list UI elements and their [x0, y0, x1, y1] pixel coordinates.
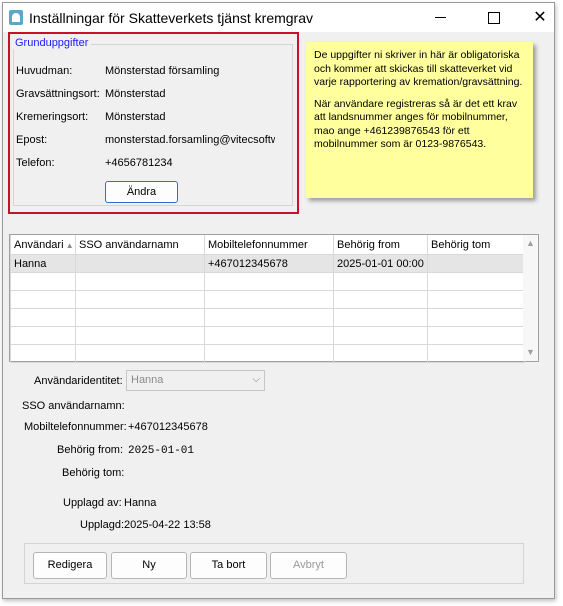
app-icon	[9, 10, 23, 25]
user-identity-select[interactable]: Hanna ⌵	[126, 370, 265, 391]
principal-label: Huvudman:	[16, 65, 73, 77]
created-by-label: Upplagd av:	[63, 497, 122, 509]
valid-from-label: Behörig from:	[57, 444, 124, 456]
table-header-row: Användari ▲ SSO användarnamn Mobiltelefo…	[10, 235, 525, 255]
change-button[interactable]: Ändra	[105, 181, 178, 203]
edit-button[interactable]: Redigera	[33, 552, 107, 579]
table-row-empty[interactable]	[10, 308, 525, 327]
window-title: Inställningar för Skatteverkets tjänst k…	[29, 10, 314, 26]
scroll-down-icon[interactable]: ▼	[526, 347, 535, 357]
users-table: Användari ▲ SSO användarnamn Mobiltelefo…	[10, 235, 525, 363]
chevron-down-icon: ⌵	[252, 374, 260, 385]
minimize-icon	[434, 17, 446, 19]
users-grid[interactable]: Användari ▲ SSO användarnamn Mobiltelefo…	[9, 234, 539, 363]
basic-info-legend: Grunduppgifter	[12, 37, 92, 49]
title-bar[interactable]: Inställningar för Skatteverkets tjänst k…	[3, 3, 554, 32]
email-label: Epost:	[16, 134, 48, 146]
user-identity-value: Hanna	[131, 374, 164, 386]
created-label: Upplagd:	[80, 519, 125, 531]
phone-label: Telefon:	[16, 157, 55, 169]
mobile-label: Mobiltelefonnummer:	[24, 421, 127, 433]
close-button[interactable]: ✕	[517, 3, 563, 32]
table-row-empty[interactable]	[10, 326, 525, 345]
table-row-empty[interactable]	[10, 344, 525, 363]
phone-value: +4656781234	[105, 157, 173, 169]
valid-to-label: Behörig tom:	[62, 467, 125, 479]
note-paragraph-2: När användare registreras så är det ett …	[314, 97, 518, 151]
new-button[interactable]: Ny	[111, 552, 187, 579]
column-header-to[interactable]: Behörig tom	[427, 235, 525, 255]
cell-from: 2025-01-01 00:00	[333, 254, 428, 273]
grid-scrollbar[interactable]: ▲ ▼	[523, 235, 538, 361]
sort-ascending-icon: ▲	[63, 240, 74, 250]
delete-button[interactable]: Ta bort	[190, 552, 267, 579]
valid-from-value: 2025-01-01	[128, 445, 195, 457]
cell-mobile: +467012345678	[204, 254, 334, 273]
created-value: 2025-04-22 13:58	[124, 519, 211, 531]
burial-place-label: Gravsättningsort:	[16, 88, 100, 100]
minimize-button[interactable]	[417, 3, 463, 32]
cell-to	[427, 254, 525, 273]
column-header-user[interactable]: Användari ▲	[10, 235, 76, 255]
sso-label: SSO användarnamn:	[22, 400, 125, 412]
maximize-button[interactable]	[471, 3, 517, 32]
table-row-empty[interactable]	[10, 290, 525, 309]
cell-sso	[75, 254, 205, 273]
table-row[interactable]: Hanna +467012345678 2025-01-01 00:00	[10, 254, 525, 273]
cremation-place-value: Mönsterstad	[105, 111, 166, 123]
email-value: monsterstad.forsamling@vitecsoftware	[105, 134, 275, 146]
column-header-from[interactable]: Behörig from	[333, 235, 428, 255]
column-header-mobile[interactable]: Mobiltelefonnummer	[204, 235, 334, 255]
scroll-up-icon[interactable]: ▲	[526, 238, 535, 248]
burial-place-value: Mönsterstad	[105, 88, 166, 100]
cremation-place-label: Kremeringsort:	[16, 111, 89, 123]
cell-user: Hanna	[10, 254, 76, 273]
mobile-value: +467012345678	[128, 421, 208, 433]
column-header-sso[interactable]: SSO användarnamn	[75, 235, 205, 255]
created-by-value: Hanna	[124, 497, 157, 509]
maximize-icon	[488, 11, 500, 24]
table-row-empty[interactable]	[10, 272, 525, 291]
close-icon: ✕	[533, 9, 547, 26]
cancel-button[interactable]: Avbryt	[270, 552, 347, 579]
principal-value: Mönsterstad församling	[105, 65, 220, 77]
user-identity-label: Användaridentitet:	[34, 375, 123, 387]
info-note: De uppgifter ni skriver in här är obliga…	[306, 42, 533, 198]
note-paragraph-1: De uppgifter ni skriver in här är obliga…	[314, 49, 523, 88]
